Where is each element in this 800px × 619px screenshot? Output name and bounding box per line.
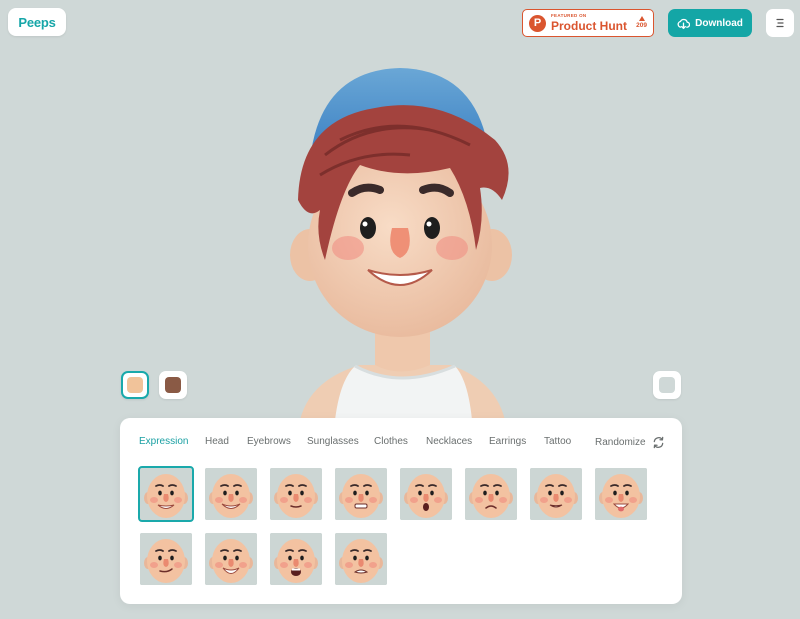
expression-option-open-shout[interactable] <box>270 533 322 585</box>
expression-option-big-grin[interactable] <box>205 533 257 585</box>
skin-color-dark-swatch[interactable] <box>159 371 187 399</box>
tab-head[interactable]: Head <box>205 436 229 447</box>
expression-face-smile-teeth-icon <box>140 468 192 520</box>
logo-label: Peeps <box>18 14 56 30</box>
randomize-label: Randomize <box>595 437 646 448</box>
expression-face-big-grin-icon <box>205 533 257 585</box>
expression-face-worried-icon <box>335 533 387 585</box>
upvote-arrow-icon <box>638 16 645 22</box>
producthunt-name: Product Hunt <box>551 18 627 33</box>
expression-option-neutral[interactable] <box>270 468 322 520</box>
expression-face-neutral-icon <box>270 468 322 520</box>
skin-color-light-swatch[interactable] <box>121 371 149 399</box>
cloud-download-icon <box>677 18 691 29</box>
skin-dark-chip <box>165 377 181 393</box>
expression-option-worried[interactable] <box>335 533 387 585</box>
customization-panel: Expression Head Eyebrows Sunglasses Clot… <box>120 418 682 604</box>
expression-option-smile-teeth[interactable] <box>138 466 194 522</box>
expression-option-grimace[interactable] <box>335 468 387 520</box>
category-tabs: Expression Head Eyebrows Sunglasses Clot… <box>120 436 682 450</box>
expression-face-clenched-icon <box>530 468 582 520</box>
expression-option-smirk[interactable] <box>140 533 192 585</box>
expression-option-surprised-o[interactable] <box>400 468 452 520</box>
expression-face-tongue-out-icon <box>595 468 647 520</box>
expression-face-grin-icon <box>205 468 257 520</box>
tab-eyebrows[interactable]: Eyebrows <box>247 436 291 447</box>
hamburger-menu-icon <box>776 18 784 28</box>
expression-option-tongue-out[interactable] <box>595 468 647 520</box>
expression-face-surprised-o-icon <box>400 468 452 520</box>
menu-button[interactable] <box>766 9 794 37</box>
download-label: Download <box>695 17 743 29</box>
expression-option-grin[interactable] <box>205 468 257 520</box>
expression-option-frown[interactable] <box>465 468 517 520</box>
tab-expression[interactable]: Expression <box>139 436 188 447</box>
expression-option-clenched[interactable] <box>530 468 582 520</box>
skin-light-chip <box>127 377 143 393</box>
producthunt-vote-count: 209 <box>636 22 647 30</box>
tab-sunglasses[interactable]: Sunglasses <box>307 436 359 447</box>
tab-tattoo[interactable]: Tattoo <box>544 436 571 447</box>
background-chip <box>659 377 675 393</box>
expression-face-open-shout-icon <box>270 533 322 585</box>
refresh-icon <box>653 436 663 449</box>
producthunt-logo-icon: P <box>529 14 546 32</box>
background-color-swatch[interactable] <box>653 371 681 399</box>
avatar-preview <box>290 68 512 420</box>
producthunt-badge[interactable]: P FEATURED ON Product Hunt 209 <box>522 9 654 37</box>
expression-face-frown-icon <box>465 468 517 520</box>
randomize-button[interactable]: Randomize <box>595 436 665 449</box>
peeps-logo-button[interactable]: Peeps <box>8 8 66 36</box>
expression-face-smirk-icon <box>140 533 192 585</box>
tab-earrings[interactable]: Earrings <box>489 436 526 447</box>
expression-face-grimace-icon <box>335 468 387 520</box>
tab-necklaces[interactable]: Necklaces <box>426 436 472 447</box>
tab-clothes[interactable]: Clothes <box>374 436 408 447</box>
download-button[interactable]: Download <box>668 9 752 37</box>
